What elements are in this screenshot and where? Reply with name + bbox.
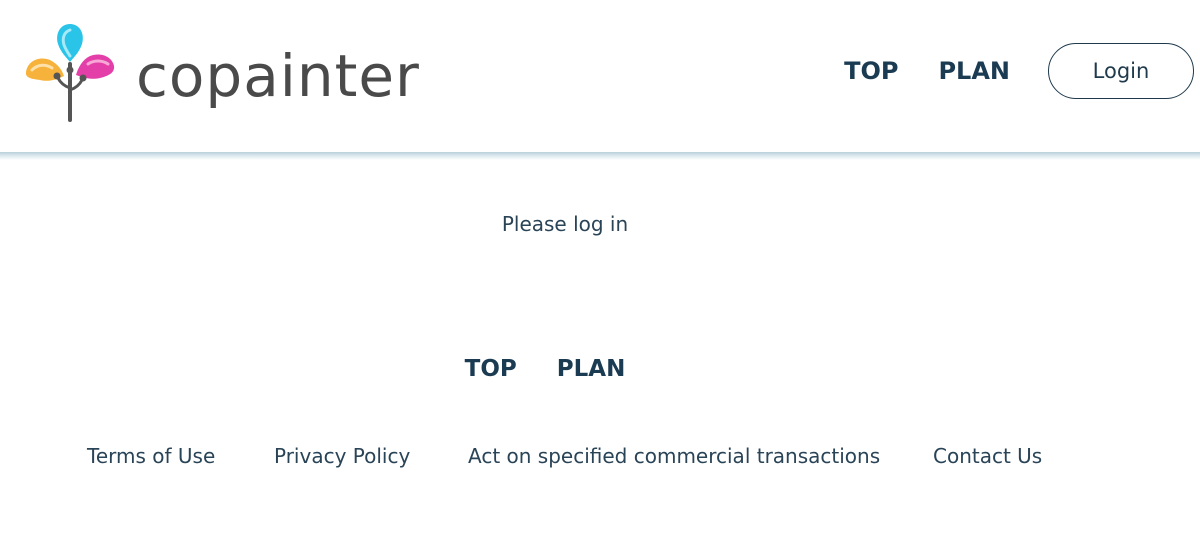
footer-nav: TOP PLAN bbox=[0, 356, 1090, 382]
footer-nav-link-plan[interactable]: PLAN bbox=[557, 356, 626, 382]
copainter-logo-icon bbox=[25, 24, 115, 122]
nav-link-top[interactable]: TOP bbox=[844, 57, 898, 85]
nav-link-plan[interactable]: PLAN bbox=[938, 57, 1010, 85]
footer-link-contact[interactable]: Contact Us bbox=[933, 444, 1042, 468]
header-divider bbox=[0, 152, 1200, 160]
footer-link-privacy[interactable]: Privacy Policy bbox=[274, 444, 410, 468]
brand-name: copainter bbox=[136, 42, 420, 110]
login-button[interactable]: Login bbox=[1048, 43, 1194, 99]
header-nav: TOP PLAN Login bbox=[844, 43, 1194, 99]
footer-link-terms[interactable]: Terms of Use bbox=[87, 444, 215, 468]
site-header: copainter TOP PLAN Login bbox=[0, 0, 1200, 152]
footer-nav-link-top[interactable]: TOP bbox=[465, 356, 517, 382]
footer-links: Terms of Use Privacy Policy Act on speci… bbox=[0, 444, 1200, 476]
brand-logo[interactable]: copainter bbox=[24, 20, 420, 126]
login-prompt: Please log in bbox=[501, 212, 629, 236]
footer-link-commercial-transactions[interactable]: Act on specified commercial transactions bbox=[468, 444, 880, 468]
